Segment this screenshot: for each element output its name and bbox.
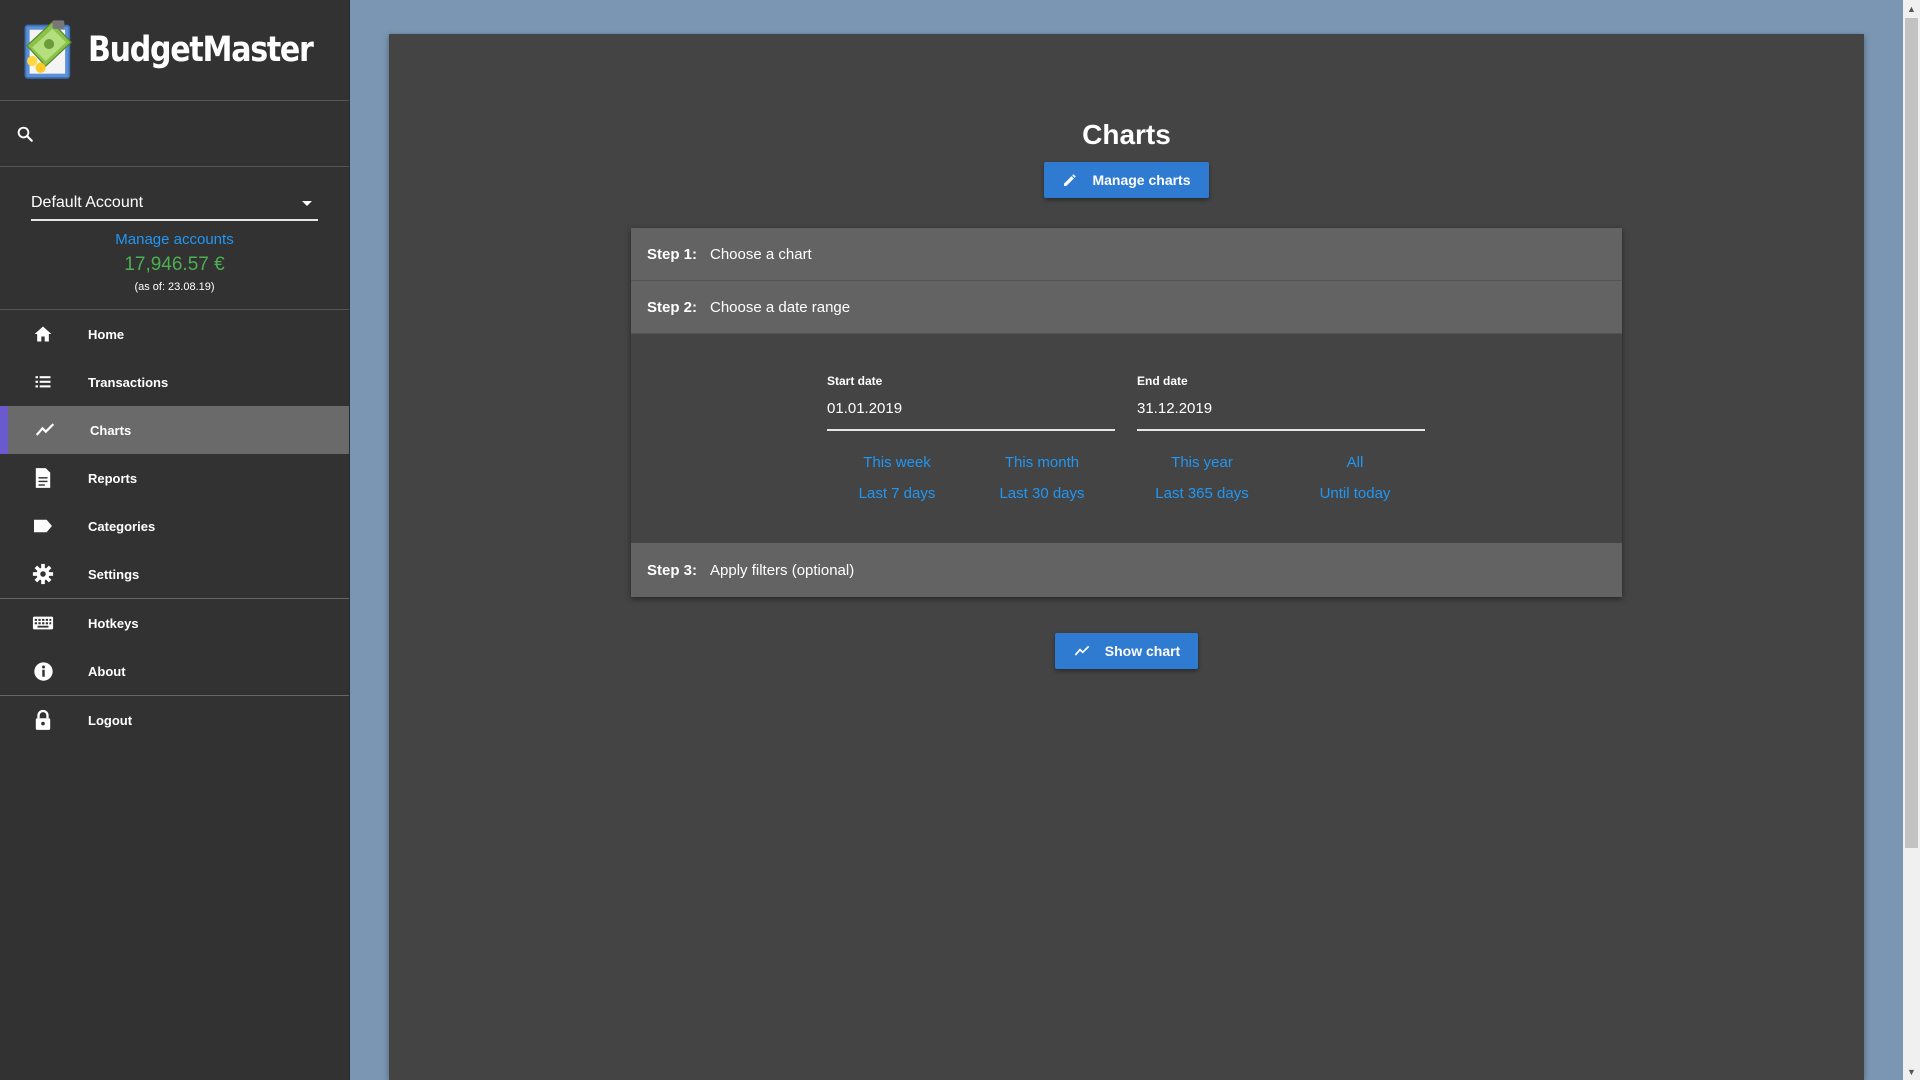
info-icon xyxy=(32,660,54,682)
end-date-field: End date xyxy=(1137,374,1425,431)
balance-date: (as of: 23.08.19) xyxy=(134,281,215,293)
lock-icon xyxy=(32,709,54,731)
start-date-field: Start date xyxy=(827,374,1115,431)
caret-down-icon xyxy=(302,200,312,206)
show-chart-button[interactable]: Show chart xyxy=(1055,633,1198,669)
tag-icon xyxy=(32,515,54,537)
sidebar: BudgetMaster Default Account Manage acco… xyxy=(0,0,350,1080)
step-title: Apply filters (optional) xyxy=(710,561,855,579)
step-number: Step 1: xyxy=(647,245,698,263)
chart-steps: Step 1: Choose a chart Step 2: Choose a … xyxy=(631,228,1622,597)
step-1-header[interactable]: Step 1: Choose a chart xyxy=(631,228,1622,281)
quick-link-last-365-days[interactable]: Last 365 days xyxy=(1155,485,1248,502)
sidebar-item-label: Transactions xyxy=(88,374,169,390)
sidebar-item-about[interactable]: About xyxy=(0,647,349,695)
document-icon xyxy=(32,467,54,489)
list-icon xyxy=(32,371,54,393)
sidebar-item-label: Categories xyxy=(88,518,156,534)
quick-link-last-7-days[interactable]: Last 7 days xyxy=(859,485,936,502)
step-2-header[interactable]: Step 2: Choose a date range xyxy=(631,281,1622,334)
page-title: Charts xyxy=(1082,119,1171,150)
app-name: BudgetMaster xyxy=(87,30,314,70)
quick-link-last-30-days[interactable]: Last 30 days xyxy=(999,485,1084,502)
step-3-header[interactable]: Step 3: Apply filters (optional) xyxy=(631,543,1622,597)
app-logo[interactable]: BudgetMaster xyxy=(0,0,349,101)
start-date-input[interactable] xyxy=(827,400,1115,431)
step-title: Choose a chart xyxy=(710,245,812,263)
end-date-input[interactable] xyxy=(1137,400,1425,431)
end-date-label: End date xyxy=(1137,374,1188,388)
account-panel: Default Account Manage accounts 17,946.5… xyxy=(0,167,349,310)
sidebar-nav: Home Transactions Charts Reports Categor… xyxy=(0,310,349,598)
account-select[interactable]: Default Account xyxy=(31,187,318,221)
quick-link-this-month[interactable]: This month xyxy=(1005,454,1079,471)
sidebar-item-logout[interactable]: Logout xyxy=(0,696,349,744)
manage-accounts-link[interactable]: Manage accounts xyxy=(31,231,318,248)
logo-icon xyxy=(24,20,72,79)
sidebar-nav-secondary: Hotkeys About xyxy=(0,599,349,695)
sidebar-item-label: About xyxy=(88,663,126,679)
scroll-thumb[interactable] xyxy=(1905,18,1918,848)
chart-line-icon xyxy=(1073,643,1091,659)
pencil-icon xyxy=(1062,172,1078,188)
account-balance: 17,946.57 € xyxy=(124,254,225,275)
date-range-panel: Start date End date This week This month… xyxy=(631,334,1622,543)
sidebar-item-label: Home xyxy=(88,326,125,342)
step-number: Step 3: xyxy=(647,561,698,579)
start-date-label: Start date xyxy=(827,374,883,388)
quick-link-all[interactable]: All xyxy=(1347,454,1364,471)
sidebar-item-transactions[interactable]: Transactions xyxy=(0,358,349,406)
sidebar-search[interactable] xyxy=(0,101,349,167)
sidebar-item-label: Logout xyxy=(88,712,133,728)
sidebar-item-categories[interactable]: Categories xyxy=(0,502,349,550)
quick-link-until-today[interactable]: Until today xyxy=(1320,485,1391,502)
gear-icon xyxy=(32,563,54,585)
step-number: Step 2: xyxy=(647,298,698,316)
sidebar-item-settings[interactable]: Settings xyxy=(0,550,349,598)
page-scrollbar[interactable]: ▲ ▼ xyxy=(1903,0,1920,1080)
search-icon[interactable] xyxy=(16,125,34,143)
keyboard-icon xyxy=(32,612,54,634)
sidebar-nav-tertiary: Logout xyxy=(0,696,349,744)
manage-charts-button[interactable]: Manage charts xyxy=(1044,162,1209,198)
quick-link-this-year[interactable]: This year xyxy=(1171,454,1233,471)
sidebar-item-label: Settings xyxy=(88,566,140,582)
sidebar-item-label: Reports xyxy=(88,470,138,486)
scroll-down-icon[interactable]: ▼ xyxy=(1903,1063,1920,1080)
sidebar-item-label: Charts xyxy=(90,422,132,438)
sidebar-item-home[interactable]: Home xyxy=(0,310,349,358)
manage-charts-label: Manage charts xyxy=(1092,172,1191,188)
step-title: Choose a date range xyxy=(710,298,851,316)
account-select-value: Default Account xyxy=(31,194,144,211)
sidebar-item-label: Hotkeys xyxy=(88,615,139,631)
scroll-up-icon[interactable]: ▲ xyxy=(1903,0,1920,17)
sidebar-item-reports[interactable]: Reports xyxy=(0,454,349,502)
show-chart-label: Show chart xyxy=(1104,643,1181,659)
quick-link-this-week[interactable]: This week xyxy=(863,454,931,471)
home-icon xyxy=(32,323,54,345)
sidebar-item-charts[interactable]: Charts xyxy=(0,406,349,454)
chart-line-icon xyxy=(34,419,56,441)
sidebar-item-hotkeys[interactable]: Hotkeys xyxy=(0,599,349,647)
